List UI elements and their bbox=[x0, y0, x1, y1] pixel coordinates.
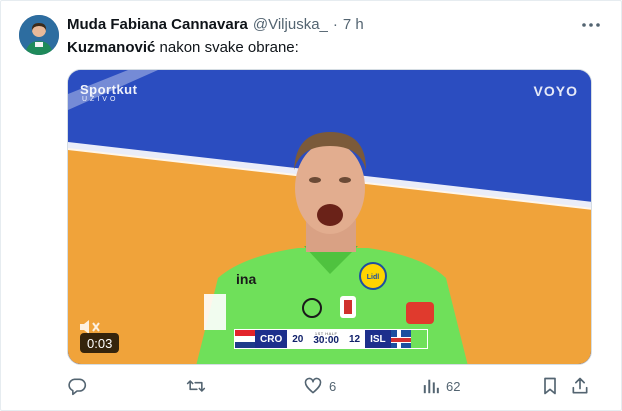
tweet-text-rest: nakon svake obrane: bbox=[155, 39, 299, 56]
retweet-button[interactable] bbox=[185, 373, 213, 399]
share-icon bbox=[572, 377, 588, 394]
separator: · bbox=[332, 16, 338, 33]
video-frame: ina Lidl bbox=[68, 70, 591, 364]
jersey-lidl-logo: Lidl bbox=[367, 274, 379, 281]
tweet-header: Muda Fabiana Cannavara @Viljuska_ · 7 h bbox=[67, 16, 581, 36]
reply-button[interactable] bbox=[67, 373, 93, 399]
video-duration: 0:03 bbox=[80, 333, 120, 353]
action-bar: 6 62 bbox=[67, 373, 597, 399]
broadcaster-name: Sportkut bbox=[80, 82, 138, 97]
views-button[interactable]: 62 bbox=[422, 373, 460, 399]
tweet-card[interactable]: Muda Fabiana Cannavara @Viljuska_ · 7 h … bbox=[0, 0, 622, 411]
author-name[interactable]: Muda Fabiana Cannavara bbox=[67, 16, 248, 33]
platform-logo: VOYO bbox=[533, 83, 578, 99]
views-count: 62 bbox=[446, 378, 461, 394]
scoreboard: CRO 20 1ST HALF 30:00 12 ISL bbox=[234, 329, 428, 349]
views-icon bbox=[423, 379, 439, 394]
reply-icon bbox=[68, 378, 87, 396]
bookmark-button[interactable] bbox=[541, 373, 559, 399]
match-clock: 1ST HALF 30:00 bbox=[308, 330, 344, 348]
share-button[interactable] bbox=[570, 373, 590, 399]
flag-croatia-icon bbox=[235, 330, 255, 348]
broadcaster-logo: Sportkut UŽIVO bbox=[80, 82, 137, 103]
like-count: 6 bbox=[329, 378, 337, 394]
home-team: CRO bbox=[255, 330, 288, 348]
jersey-sponsor-text: ina bbox=[236, 271, 256, 287]
home-score: 20 bbox=[287, 330, 309, 348]
retweet-icon bbox=[186, 380, 206, 392]
flag-iceland-icon bbox=[390, 330, 411, 348]
away-team: ISL bbox=[365, 330, 391, 348]
timestamp[interactable]: 7 h bbox=[343, 16, 364, 33]
video-player[interactable]: ina Lidl Sportkut UŽIVO VOYO CRO 20 1ST … bbox=[67, 69, 592, 365]
like-button[interactable]: 6 bbox=[303, 373, 336, 399]
avatar[interactable] bbox=[19, 15, 59, 55]
bookmark-icon bbox=[544, 377, 556, 395]
mention-name: Kuzmanović bbox=[67, 39, 156, 56]
tweet-text: Kuzmanović nakon svake obrane: bbox=[67, 39, 299, 56]
avatar-image bbox=[19, 15, 59, 55]
author-handle[interactable]: @Viljuska_ bbox=[253, 16, 328, 33]
more-icon[interactable] bbox=[579, 15, 603, 35]
like-icon bbox=[304, 377, 322, 394]
away-score: 12 bbox=[343, 330, 366, 348]
live-label: UŽIVO bbox=[82, 96, 119, 103]
clock-time: 30:00 bbox=[313, 335, 339, 346]
